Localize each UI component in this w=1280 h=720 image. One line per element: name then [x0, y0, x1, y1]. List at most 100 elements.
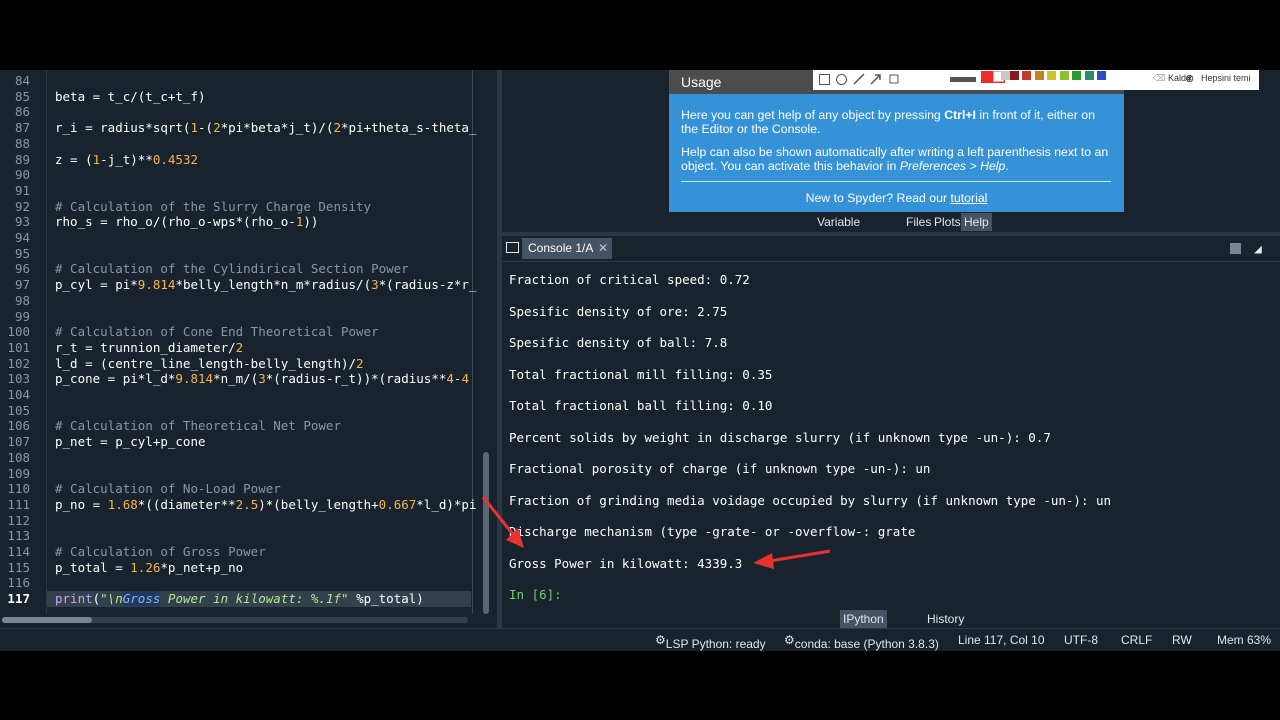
console-prompt[interactable]: In [6]: — [509, 587, 562, 602]
code-line[interactable]: 88 — [0, 136, 496, 152]
close-icon[interactable]: ✕ — [598, 238, 608, 259]
console-window-icon — [506, 242, 519, 253]
tab-files[interactable]: Files — [903, 213, 934, 231]
tutorial-link[interactable]: tutorial — [951, 191, 988, 205]
tab-history[interactable]: History — [924, 610, 967, 628]
code-line[interactable]: 113 — [0, 528, 496, 544]
code-line[interactable]: 115 p_total = 1.26*p_net+p_no — [0, 560, 496, 576]
console-output-line: Percent solids by weight in discharge sl… — [509, 429, 1051, 445]
circle-tool-icon[interactable] — [836, 74, 847, 85]
code-line[interactable]: 117 print("\nGross Power in kilowatt: %.1… — [0, 591, 496, 607]
code-line[interactable]: 112 — [0, 513, 496, 529]
code-line[interactable]: 101 r_t = trunnion_diameter/2 — [0, 340, 496, 356]
code-line[interactable]: 95 — [0, 246, 496, 262]
help-usage-box: Usage Here you can get help of any objec… — [669, 70, 1124, 212]
code-line[interactable]: 94 — [0, 230, 496, 246]
code-line[interactable]: 91 — [0, 183, 496, 199]
file-encoding: UTF-8 — [1064, 633, 1098, 647]
editor-horizontal-thumb[interactable] — [2, 617, 92, 623]
code-editor[interactable]: 84 85 beta = t_c/(t_c+t_f) 86 87 r_i = radius… — [0, 70, 496, 628]
code-line[interactable]: 104 — [0, 387, 496, 403]
line-number: 116 — [7, 575, 30, 591]
color-swatch[interactable] — [1022, 71, 1031, 80]
color-swatch[interactable] — [1001, 71, 1010, 80]
stop-icon[interactable] — [1230, 243, 1241, 254]
code-line[interactable]: 99 — [0, 309, 496, 325]
remove-icon[interactable]: ⌫ — [1153, 73, 1166, 84]
tab-help[interactable]: Help — [961, 213, 992, 231]
line-number: 103 — [7, 371, 30, 387]
line-number: 102 — [7, 355, 30, 371]
console-tab-label: Console 1/A — [528, 241, 594, 255]
code-line[interactable]: 109 — [0, 466, 496, 482]
color-swatch[interactable] — [1085, 71, 1094, 80]
code-line[interactable]: 93 rho_s = rho_o/(rho_o-wps*(rho_o-1)) — [0, 214, 496, 230]
tab-variable-explorer[interactable]: Variable explorer — [814, 213, 863, 247]
line-number: 86 — [14, 104, 30, 120]
color-swatch[interactable] — [1035, 71, 1044, 80]
console-output-line: Spesific density of ore: 2.75 — [509, 303, 728, 319]
color-swatch[interactable] — [1010, 71, 1019, 80]
editor-scroll-thumb[interactable] — [483, 452, 489, 614]
code-line[interactable]: 107 p_net = p_cyl+p_cone — [0, 434, 496, 450]
code-line[interactable]: 103 p_cone = pi*l_d*9.814*n_m/(3*(radius-… — [0, 371, 496, 387]
console-tab-bar: Console 1/A ✕ ◢ — [502, 236, 1280, 262]
color-swatch[interactable] — [1047, 71, 1056, 80]
code-line[interactable]: 105 — [0, 403, 496, 419]
help-paragraph-2: Help can also be shown automatically aft… — [681, 145, 1109, 173]
code-text: beta = t_c/(t_c+t_f) — [55, 88, 206, 104]
tab-console-1a[interactable]: Console 1/A ✕ — [522, 238, 612, 259]
ipython-console[interactable]: Console 1/A ✕ ◢ Fraction of critical spe… — [502, 236, 1280, 608]
code-line[interactable]: 106 # Calculation of Theoretical Net Powe… — [0, 418, 496, 434]
line-tool-icon[interactable] — [853, 73, 865, 85]
tab-ipython-console[interactable]: IPython console — [840, 610, 888, 644]
eraser-icon[interactable]: ◢ — [1254, 242, 1262, 257]
line-number: 113 — [7, 528, 30, 544]
help-title: Usage — [681, 74, 722, 90]
code-line[interactable]: 98 — [0, 293, 496, 309]
line-number: 101 — [7, 339, 30, 355]
code-line[interactable]: 86 — [0, 104, 496, 120]
color-swatch[interactable] — [1060, 71, 1069, 80]
color-swatch[interactable] — [1097, 71, 1106, 80]
marker-tool-icon[interactable] — [888, 73, 900, 85]
code-line[interactable]: 114 # Calculation of Gross Power — [0, 544, 496, 560]
code-line[interactable]: 100 # Calculation of Cone End Theoretical… — [0, 324, 496, 340]
spyder-window: 84 85 beta = t_c/(t_c+t_f) 86 87 r_i = radius… — [0, 70, 1280, 651]
arrow-tool-icon[interactable] — [870, 73, 882, 85]
rectangle-tool-icon[interactable] — [819, 74, 830, 85]
code-line[interactable]: 116 — [0, 575, 496, 591]
clear-icon[interactable]: ⊗ — [1185, 72, 1194, 85]
code-line[interactable]: 85 beta = t_c/(t_c+t_f) — [0, 89, 496, 105]
stroke-width-icon[interactable] — [950, 77, 976, 82]
code-text: z = (1-j_t)**0.4532 — [55, 151, 199, 167]
line-number: 97 — [14, 277, 30, 293]
code-line[interactable]: 92 # Calculation of the Slurry Charge Den… — [0, 199, 496, 215]
code-line[interactable]: 97 p_cyl = pi*9.814*belly_length*n_m*radi… — [0, 277, 496, 293]
code-text: r_t = trunnion_diameter/2 — [55, 339, 244, 355]
line-number: 89 — [14, 151, 30, 167]
line-number: 90 — [14, 167, 30, 183]
code-text: p_net = p_cyl+p_cone — [55, 434, 206, 450]
code-line[interactable]: 90 — [0, 167, 496, 183]
code-line[interactable]: 110 # Calculation of No-Load Power — [0, 481, 496, 497]
code-line[interactable]: 102 l_d = (centre_line_length-belly_lengt… — [0, 356, 496, 372]
console-output-line: Discharge mechanism (type -grate- or -ov… — [509, 524, 916, 539]
tab-plots[interactable]: Plots — [931, 213, 964, 231]
code-text: # Calculation of Cone End Theoretical Po… — [55, 324, 379, 340]
line-number: 96 — [14, 261, 30, 277]
code-line[interactable]: 108 — [0, 450, 496, 466]
line-number: 94 — [14, 230, 30, 245]
code-line[interactable]: 111 p_no = 1.68*((diameter**2.5)*(belly_l… — [0, 497, 496, 513]
code-line[interactable]: 89 z = (1-j_t)**0.4532 — [0, 152, 496, 168]
line-number: 107 — [7, 434, 30, 450]
line-number: 115 — [7, 559, 30, 575]
code-line[interactable]: 96 # Calculation of the Cylindirical Sect… — [0, 261, 496, 277]
code-line[interactable]: 84 — [0, 73, 496, 89]
code-line[interactable]: 87 r_i = radius*sqrt(1-(2*pi*beta*j_t)/(2… — [0, 120, 496, 136]
line-number: 100 — [7, 324, 30, 340]
color-swatch[interactable] — [1072, 71, 1081, 80]
clear-all-label[interactable]: Hepsini temi — [1201, 73, 1251, 83]
line-number: 105 — [7, 402, 30, 418]
code-text: p_total = 1.26*p_net+p_no — [55, 559, 244, 575]
